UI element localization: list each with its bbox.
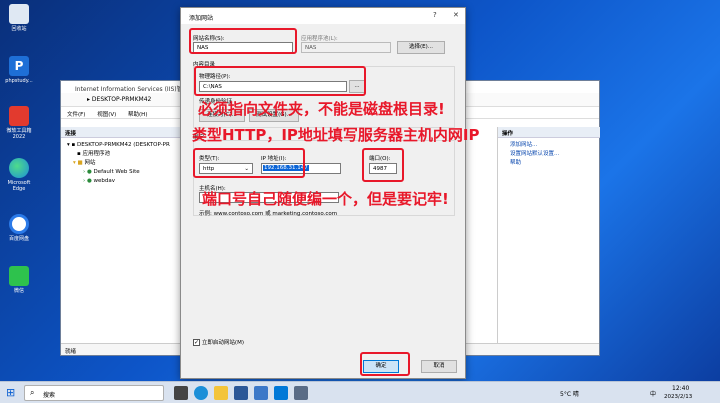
tree-item-server[interactable]: ▾ ▪ DESKTOP-PRMKM42 (DESKTOP-PR bbox=[63, 141, 186, 150]
menu-view[interactable]: 视图(V) bbox=[97, 112, 116, 118]
annotation-binding: 类型HTTP，IP地址填写服务器主机内网IP bbox=[192, 126, 480, 144]
windows-start-icon[interactable]: ⊞ bbox=[6, 386, 15, 399]
tree-item-label: DESKTOP-PRMKM42 (DESKTOP-PR bbox=[77, 142, 170, 148]
desktop-icon-label: 回收站 bbox=[11, 26, 27, 32]
search-placeholder: 搜索 bbox=[43, 392, 56, 399]
connections-tree: ▾ ▪ DESKTOP-PRMKM42 (DESKTOP-PR ▪ 应用程序池 … bbox=[61, 138, 188, 189]
iis-taskbar-icon[interactable] bbox=[254, 386, 268, 400]
desktop-icon-label: 微信 bbox=[13, 288, 24, 294]
desktop-icon-toolbox[interactable]: 微软工具箱 2022 bbox=[4, 106, 34, 140]
tree-item-label: Default Web Site bbox=[93, 169, 140, 175]
highlight-type-ip bbox=[193, 148, 305, 178]
menu-file[interactable]: 文件(F) bbox=[67, 112, 85, 118]
desktop-icon-label: Microsoft Edge bbox=[7, 180, 31, 192]
dialog-title: 添加网站 bbox=[181, 8, 465, 24]
edge-icon bbox=[9, 158, 29, 178]
search-icon: ⌕ bbox=[30, 388, 35, 397]
tree-item-app-pools[interactable]: ▪ 应用程序池 bbox=[63, 150, 186, 159]
actions-header: 操作 bbox=[498, 127, 600, 138]
app-pool-input: NAS bbox=[301, 42, 391, 53]
start-now-checkbox[interactable]: ✓ bbox=[193, 339, 200, 346]
desktop-icon-phpstudy[interactable]: P phpstudy... bbox=[4, 56, 34, 84]
desktop-icon-recycle-bin[interactable]: 回收站 bbox=[4, 4, 34, 32]
file-explorer-icon[interactable] bbox=[214, 386, 228, 400]
taskbar: ⊞ ⌕ 搜索 5°C 晴 中 12:40 2023/2/13 bbox=[0, 381, 720, 403]
clock-date[interactable]: 2023/2/13 bbox=[664, 394, 692, 400]
tree-item-default-web-site[interactable]: › ● Default Web Site bbox=[63, 168, 186, 177]
select-app-pool-button[interactable]: 选择(E)... bbox=[397, 41, 445, 54]
connections-header: 连接 bbox=[61, 127, 188, 138]
tree-item-webdav[interactable]: › ● webdav bbox=[63, 177, 186, 186]
desktop-icon-label: 百度网盘 bbox=[8, 236, 29, 242]
desktop-icon-wechat[interactable]: 微信 bbox=[4, 266, 34, 294]
annotation-port: 端口号自己随便编一个，但是要记牢! bbox=[202, 190, 449, 208]
server-icon: ▾ ▪ bbox=[67, 142, 77, 148]
folder-icon: ▾ ■ bbox=[73, 160, 85, 166]
actions-pane: 操作 添加网站... 设置网站默认设置... 帮助 bbox=[497, 127, 600, 345]
connections-pane: 连接 ▾ ▪ DESKTOP-PRMKM42 (DESKTOP-PR ▪ 应用程… bbox=[61, 127, 189, 345]
globe-icon: › ● bbox=[83, 178, 94, 184]
highlight-physical-path bbox=[194, 66, 366, 96]
highlight-port bbox=[362, 148, 404, 182]
baidu-netdisk-icon bbox=[9, 214, 29, 234]
start-now-label: 立即启动网站(M) bbox=[201, 340, 244, 346]
recycle-bin-icon bbox=[9, 4, 29, 24]
input-language[interactable]: 中 bbox=[650, 389, 656, 398]
globe-icon: › ● bbox=[83, 169, 94, 175]
wechat-icon bbox=[9, 266, 29, 286]
store-icon[interactable] bbox=[234, 386, 248, 400]
phpstudy-icon: P bbox=[9, 56, 29, 76]
highlight-ok-button bbox=[360, 352, 410, 376]
close-icon[interactable]: ✕ bbox=[453, 11, 459, 19]
tree-item-label: 应用程序池 bbox=[82, 151, 110, 157]
iis-address-text: DESKTOP-PRMKM42 bbox=[91, 96, 152, 103]
desktop-icon-label: 微软工具箱 2022 bbox=[6, 128, 32, 140]
help-icon[interactable]: ? bbox=[433, 11, 437, 19]
tree-item-label: webdav bbox=[93, 178, 116, 184]
app-pool-label: 应用程序池(L): bbox=[301, 36, 338, 42]
example-text: 示例: www.contoso.com 或 marketing.contoso.… bbox=[199, 211, 338, 217]
cancel-button[interactable]: 取消 bbox=[421, 360, 457, 373]
taskbar-search-box[interactable]: ⌕ 搜索 bbox=[24, 385, 164, 401]
highlight-site-name bbox=[189, 28, 297, 54]
action-help[interactable]: 帮助 bbox=[498, 159, 600, 168]
edge-taskbar-icon[interactable] bbox=[194, 386, 208, 400]
toolbox-icon bbox=[9, 106, 29, 126]
desktop-icon-label: phpstudy... bbox=[5, 78, 33, 84]
start-now-checkbox-row[interactable]: ✓ 立即启动网站(M) bbox=[193, 338, 244, 346]
tree-item-label: 网站 bbox=[84, 160, 96, 166]
desktop-icon-edge[interactable]: Microsoft Edge bbox=[4, 158, 34, 192]
action-add-site[interactable]: 添加网站... bbox=[498, 141, 600, 150]
menu-help[interactable]: 帮助(H) bbox=[128, 112, 147, 118]
action-set-site-defaults[interactable]: 设置网站默认设置... bbox=[498, 150, 600, 159]
weather-text[interactable]: 5°C 晴 bbox=[560, 389, 579, 398]
desktop-icon-baidu-netdisk[interactable]: 百度网盘 bbox=[4, 214, 34, 242]
clock-time[interactable]: 12:40 bbox=[672, 385, 689, 392]
task-view-icon[interactable] bbox=[174, 386, 188, 400]
annotation-physical-path: 必须指向文件夹，不能是磁盘根目录! bbox=[198, 100, 445, 118]
app-taskbar-icon[interactable] bbox=[274, 386, 288, 400]
tree-item-sites[interactable]: ▾ ■ 网站 bbox=[63, 159, 186, 168]
app-taskbar-icon-2[interactable] bbox=[294, 386, 308, 400]
